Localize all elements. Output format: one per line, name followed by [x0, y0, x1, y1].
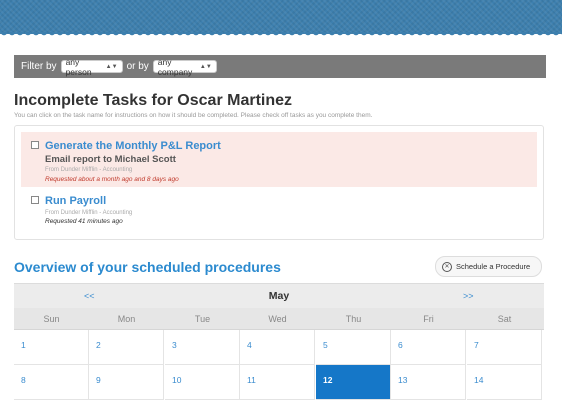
- or-by-label: or by: [126, 61, 149, 72]
- calendar-weekday-row: Sun Mon Tue Wed Thu Fri Sat: [14, 308, 544, 330]
- weekday-label: Sat: [497, 314, 512, 324]
- task-from: From Dunder Mifflin - Accounting: [45, 210, 133, 216]
- task-requested: Requested about a month ago and 8 days a…: [45, 176, 179, 183]
- calendar-day[interactable]: 5: [316, 330, 391, 365]
- calendar-day-today[interactable]: 12: [316, 365, 391, 400]
- task-item: Run Payroll From Dunder Mifflin - Accoun…: [21, 192, 537, 232]
- filter-by-label: Filter by: [21, 61, 57, 72]
- weekday-label: Tue: [194, 314, 211, 324]
- task-item: Generate the Monthly P&L Report Email re…: [21, 132, 537, 187]
- person-select[interactable]: any person ▲▼: [60, 57, 123, 77]
- schedule-procedure-label: Schedule a Procedure: [456, 262, 531, 271]
- task-title-link[interactable]: Generate the Monthly P&L Report: [45, 140, 221, 152]
- filter-bar: Filter by any person ▲▼ or by any compan…: [14, 55, 546, 78]
- weekday-label: Thu: [345, 314, 362, 324]
- calendar-grid: 1 2 3 4 5 6 7 8 9 10 11 12 13 14: [14, 330, 544, 400]
- calendar-day[interactable]: 6: [391, 330, 466, 365]
- calendar-day[interactable]: 7: [467, 330, 542, 365]
- company-select[interactable]: any company ▲▼: [152, 57, 217, 77]
- calendar-day[interactable]: 11: [240, 365, 315, 400]
- task-title-link[interactable]: Run Payroll: [45, 195, 106, 207]
- select-arrows-icon: ▲▼: [199, 63, 212, 70]
- calendar-day[interactable]: 1: [14, 330, 89, 365]
- task-requested: Requested 41 minutes ago: [45, 218, 123, 225]
- weekday-label: Wed: [268, 314, 287, 324]
- task-list: Generate the Monthly P&L Report Email re…: [14, 125, 544, 240]
- person-select-value: any person: [65, 56, 92, 77]
- task-checkbox[interactable]: [31, 196, 39, 204]
- calendar-day[interactable]: 10: [165, 365, 240, 400]
- calendar-next-button[interactable]: >>: [463, 291, 474, 301]
- company-select-value: any company: [157, 56, 193, 77]
- page-title: Incomplete Tasks for Oscar Martinez: [14, 92, 293, 109]
- weekday-label: Mon: [117, 314, 136, 324]
- header-banner: [0, 0, 562, 38]
- calendar-day[interactable]: 3: [165, 330, 240, 365]
- schedule-procedure-button[interactable]: ✕ Schedule a Procedure: [435, 256, 542, 277]
- calendar-day[interactable]: 2: [89, 330, 164, 365]
- select-arrows-icon: ▲▼: [105, 63, 118, 70]
- weekday-label: Fri: [423, 314, 434, 324]
- task-from: From Dunder Mifflin - Accounting: [45, 167, 133, 173]
- calendar-day[interactable]: 9: [89, 365, 164, 400]
- calendar-day[interactable]: 14: [467, 365, 542, 400]
- calendar-prev-button[interactable]: <<: [84, 291, 95, 301]
- task-checkbox[interactable]: [31, 141, 39, 149]
- page-instructions: You can click on the task name for instr…: [14, 112, 373, 119]
- clock-icon: ✕: [442, 261, 452, 272]
- task-subtask: Email report to Michael Scott: [45, 154, 176, 165]
- weekday-label: Sun: [43, 314, 60, 324]
- overview-title: Overview of your scheduled procedures: [14, 259, 281, 275]
- calendar-day[interactable]: 4: [240, 330, 315, 365]
- calendar-day[interactable]: 8: [14, 365, 89, 400]
- calendar-header: May << >>: [14, 283, 544, 309]
- calendar-day[interactable]: 13: [391, 365, 466, 400]
